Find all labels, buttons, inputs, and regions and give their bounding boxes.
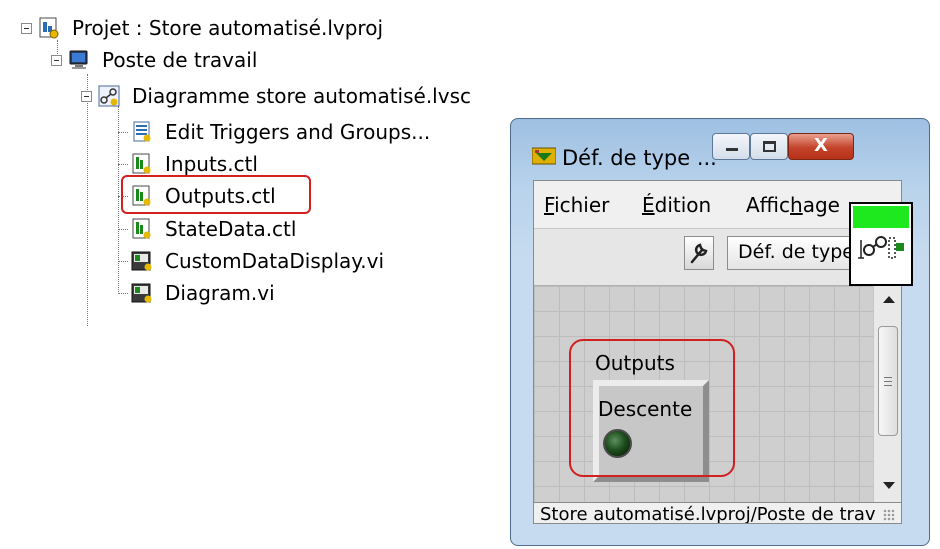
tree-item-label: Diagramme store automatisé.lvsc	[132, 84, 471, 108]
close-icon: X	[814, 135, 828, 156]
collapse-toggle-icon[interactable]	[21, 22, 32, 34]
menu-label: ichier	[554, 193, 610, 217]
menu-label: Affic	[746, 193, 791, 217]
tree-guide-line	[118, 293, 128, 294]
vertical-scrollbar[interactable]	[873, 286, 901, 502]
resize-grip-icon[interactable]	[883, 509, 895, 521]
tree-guide-line	[87, 96, 88, 326]
scroll-up-icon[interactable]	[883, 296, 895, 303]
tree-guide-line	[118, 229, 128, 230]
tree-item-label: Inputs.ctl	[165, 152, 258, 176]
tree-item-label: Edit Triggers and Groups...	[165, 120, 431, 144]
menu-bar: Fichier Édition Affichage	[534, 181, 901, 229]
document-icon	[131, 121, 153, 143]
toolbar: Déf. de type	[534, 229, 901, 286]
wrench-icon	[690, 243, 708, 264]
close-button[interactable]: X	[788, 133, 854, 160]
tree-item-label: StateData.ctl	[165, 217, 297, 241]
statechart-glyph-icon	[858, 236, 904, 259]
project-tree: Projet : Store automatisé.lvproj Poste d…	[0, 0, 520, 330]
computer-icon	[68, 49, 90, 71]
scroll-thumb[interactable]	[878, 326, 898, 436]
tree-item-statedata[interactable]: StateData.ctl	[131, 214, 296, 244]
tree-item-label: CustomDataDisplay.vi	[165, 249, 384, 273]
tree-item-diagram-vi[interactable]: Diagram.vi	[131, 278, 275, 308]
cluster-highlight-box	[569, 339, 735, 477]
grip-line	[884, 377, 892, 378]
tree-guide-line	[118, 106, 119, 292]
collapse-toggle-icon[interactable]	[81, 90, 92, 102]
minimize-icon	[726, 148, 738, 151]
scroll-down-icon[interactable]	[883, 482, 895, 489]
menu-fichier[interactable]: Fichier	[544, 193, 609, 217]
tool-wrench-button[interactable]	[684, 236, 714, 270]
minimize-button[interactable]	[712, 133, 750, 160]
tree-item-label: Diagram.vi	[165, 281, 275, 305]
type-def-window: Déf. de type ... X Fichier Édition Affic…	[510, 118, 930, 546]
tree-guide-line	[118, 132, 128, 133]
tree-guide-line	[118, 164, 128, 165]
grip-line	[884, 385, 892, 386]
statechart-icon	[98, 85, 120, 107]
menu-label: dition	[654, 193, 712, 217]
menu-edition[interactable]: Édition	[642, 193, 711, 217]
menu-hotkey: F	[544, 193, 555, 217]
tree-item-workstation[interactable]: Poste de travail	[51, 45, 257, 75]
menu-label: age	[802, 193, 840, 217]
outputs-highlight-box	[121, 175, 311, 214]
menu-hotkey: h	[790, 193, 803, 217]
tree-item-label: Poste de travail	[102, 48, 258, 72]
tree-guide-line	[118, 261, 128, 262]
window-title: Déf. de type ...	[562, 146, 717, 170]
status-path: Store automatisé.lvproj/Poste de travail	[540, 504, 876, 524]
control-icon	[131, 153, 153, 175]
tree-item-project[interactable]: Projet : Store automatisé.lvproj	[21, 13, 383, 43]
vi-icon-green-band	[853, 206, 909, 228]
vi-icon	[131, 282, 153, 304]
tree-item-statechart[interactable]: Diagramme store automatisé.lvsc	[81, 81, 471, 111]
status-bar: Store automatisé.lvproj/Poste de travail	[534, 502, 901, 524]
collapse-toggle-icon[interactable]	[51, 54, 62, 66]
vi-icon	[131, 250, 153, 272]
control-icon	[131, 218, 153, 240]
tree-item-customdatadisplay[interactable]: CustomDataDisplay.vi	[131, 246, 384, 276]
menu-affichage[interactable]: Affichage	[746, 193, 840, 217]
vi-connector-icon[interactable]	[849, 202, 913, 286]
menu-hotkey: É	[642, 193, 655, 217]
maximize-button[interactable]	[750, 133, 788, 160]
typedef-window-icon	[531, 145, 557, 171]
grip-line	[884, 381, 892, 382]
tree-item-label: Projet : Store automatisé.lvproj	[72, 16, 383, 40]
project-icon	[38, 17, 60, 39]
tree-item-edit-triggers[interactable]: Edit Triggers and Groups...	[131, 117, 430, 147]
maximize-icon	[763, 141, 776, 152]
